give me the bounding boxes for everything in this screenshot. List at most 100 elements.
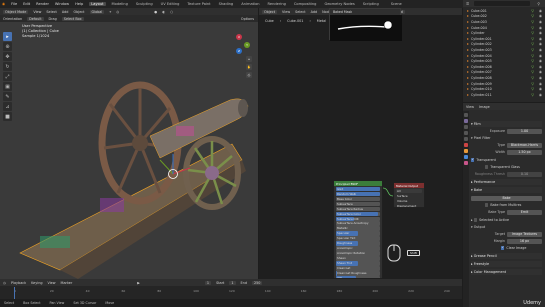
render-visibility-icon[interactable]: ▽ — [531, 42, 534, 46]
workspace-tab-uv-editing[interactable]: UV Editing — [159, 2, 182, 6]
output-tab-icon[interactable] — [464, 125, 468, 129]
film-section-header[interactable]: ▾ Film — [471, 121, 542, 127]
transparent-row[interactable]: ✓ Transparent — [471, 157, 542, 163]
workspace-tab-layout[interactable]: Layout — [89, 2, 106, 6]
render-visibility-icon[interactable]: ▽ — [531, 87, 534, 91]
render-visibility-icon[interactable]: ▽ — [531, 82, 534, 86]
eye-icon[interactable]: ◉ — [539, 42, 542, 46]
timeline-editor-icon[interactable]: ◷ — [3, 281, 6, 285]
current-frame-field[interactable]: 1 — [204, 280, 212, 285]
timeline[interactable]: ◷ Playback Keying View Marker ▶ 1 Start … — [0, 279, 462, 299]
view-layer-tab-icon[interactable] — [464, 131, 468, 135]
properties-menu-view[interactable]: View — [466, 105, 474, 109]
eye-icon[interactable]: ◉ — [539, 93, 542, 97]
cannon-model[interactable] — [0, 8, 258, 279]
checkbox-checked-icon[interactable]: ✓ — [501, 245, 505, 250]
workspace-tab-modeling[interactable]: Modeling — [110, 2, 130, 6]
end-frame-field[interactable]: 250 — [251, 280, 263, 285]
bake-type-dropdown[interactable]: Emit — [507, 209, 542, 215]
outliner-search-input[interactable] — [474, 1, 530, 6]
shader-node-editor[interactable]: Object View Select Add Node ✓Use Nodes S… — [259, 8, 462, 279]
color-management-section-header[interactable]: ▸ Color Management — [471, 269, 542, 275]
pixel-filter-row[interactable]: ▾ Pixel Filter — [471, 135, 542, 141]
eye-icon[interactable]: ◉ — [539, 82, 542, 86]
checkbox-unchecked-icon[interactable] — [485, 203, 489, 207]
render-visibility-icon[interactable]: ▽ — [531, 37, 534, 41]
checkbox-unchecked-icon[interactable] — [473, 218, 478, 222]
render-visibility-icon[interactable]: ▽ — [531, 76, 534, 80]
workspace-tab-geometry-nodes[interactable]: Geometry Nodes — [322, 2, 356, 6]
freestyle-section-header[interactable]: ▸ Freestyle — [471, 261, 542, 267]
workspace-tab-sculpting[interactable]: Sculpting — [134, 2, 155, 6]
properties-menu-image[interactable]: Image — [479, 105, 490, 109]
eye-icon[interactable]: ◉ — [539, 26, 542, 30]
grease-pencil-section-header[interactable]: ▸ Grease Pencil — [471, 253, 542, 259]
scene-selector[interactable]: Scene — [389, 2, 404, 6]
render-visibility-icon[interactable]: ▽ — [531, 54, 534, 58]
menu-window[interactable]: Window — [55, 2, 69, 6]
properties-editor[interactable]: View Image ▾ Film Exposure 1.00 ▾ Pixel F… — [463, 103, 545, 307]
menu-help[interactable]: Help — [75, 2, 83, 6]
bake-multires-row[interactable]: Bake from Multires — [471, 202, 542, 208]
exposure-field[interactable]: 1.00 — [507, 128, 542, 134]
render-visibility-icon[interactable]: ▽ — [531, 14, 534, 18]
eye-icon[interactable]: ◉ — [539, 76, 542, 80]
transparent-glass-row[interactable]: Transparent Glass — [471, 164, 542, 170]
eye-icon[interactable]: ◉ — [539, 31, 542, 35]
material-tab-icon[interactable] — [464, 161, 468, 165]
bake-button[interactable]: Bake — [471, 195, 542, 201]
menu-render[interactable]: Render — [36, 2, 49, 6]
render-tab-icon[interactable] — [464, 119, 468, 123]
play-button-icon[interactable]: ▶ — [137, 281, 140, 285]
playhead[interactable] — [14, 287, 15, 299]
render-visibility-icon[interactable]: ▽ — [531, 48, 534, 52]
clear-image-row[interactable]: ✓ Clear Image — [471, 245, 542, 251]
workspace-tab-compositing[interactable]: Compositing — [292, 2, 319, 6]
object-tab-icon[interactable] — [464, 149, 468, 153]
checkbox-checked-icon[interactable]: ✓ — [471, 157, 475, 162]
playback-menu[interactable]: Playback — [11, 281, 26, 285]
view-menu[interactable]: View — [48, 281, 56, 285]
render-visibility-icon[interactable]: ▽ — [531, 70, 534, 74]
marker-menu[interactable]: Marker — [61, 281, 73, 285]
render-visibility-icon[interactable]: ▽ — [531, 26, 534, 30]
eye-icon[interactable]: ◉ — [539, 20, 542, 24]
eye-icon[interactable]: ◉ — [539, 54, 542, 58]
eye-icon[interactable]: ◉ — [539, 59, 542, 63]
start-frame-field[interactable]: 1 — [229, 280, 236, 285]
menu-edit[interactable]: Edit — [23, 2, 30, 6]
eye-icon[interactable]: ◉ — [539, 70, 542, 74]
tool-tab-icon[interactable] — [464, 113, 468, 117]
filter-type-dropdown[interactable]: Blackman-Harris — [507, 142, 542, 148]
eye-icon[interactable]: ◉ — [539, 87, 542, 91]
blender-logo-icon[interactable]: ◉ — [2, 2, 5, 6]
eye-icon[interactable]: ◉ — [539, 65, 542, 69]
eye-icon[interactable]: ◉ — [539, 48, 542, 52]
checkbox-unchecked-icon[interactable] — [485, 165, 489, 169]
workspace-tab-animation[interactable]: Animation — [239, 2, 261, 6]
render-visibility-icon[interactable]: ▽ — [531, 93, 534, 97]
margin-field[interactable]: 16 px — [507, 238, 542, 244]
render-visibility-icon[interactable]: ▽ — [531, 9, 534, 13]
keying-menu[interactable]: Keying — [31, 281, 42, 285]
modifier-tab-icon[interactable] — [464, 155, 468, 159]
target-dropdown[interactable]: Image Textures — [507, 231, 542, 237]
render-visibility-icon[interactable]: ▽ — [531, 31, 534, 35]
eye-icon[interactable]: ◉ — [539, 14, 542, 18]
selected-to-active-row[interactable]: ▸ Selected to Active — [471, 217, 542, 223]
workspace-tab-rendering[interactable]: Rendering — [266, 2, 288, 6]
filter-icon[interactable]: ⚲ — [538, 2, 540, 6]
world-tab-icon[interactable] — [464, 143, 468, 147]
outliner-display-mode-icon[interactable]: ☰ — [466, 2, 469, 6]
render-visibility-icon[interactable]: ▽ — [531, 20, 534, 24]
3d-viewport[interactable]: Object Mode View Select Add Object Globa… — [0, 8, 258, 279]
workspace-tab-shading[interactable]: Shading — [217, 2, 236, 6]
render-visibility-icon[interactable]: ▽ — [531, 65, 534, 69]
output-subsection-row[interactable]: ▾ Output — [471, 224, 542, 230]
scene-tab-icon[interactable] — [464, 137, 468, 141]
outliner-item[interactable]: Cylinder.011 ▽ ◉ — [463, 92, 545, 98]
bake-section-header[interactable]: ▾ Bake — [471, 187, 542, 193]
filter-width-field[interactable]: 1.50 px — [507, 149, 542, 155]
render-visibility-icon[interactable]: ▽ — [531, 59, 534, 63]
performance-section-header[interactable]: ▸ Performance — [471, 179, 542, 185]
